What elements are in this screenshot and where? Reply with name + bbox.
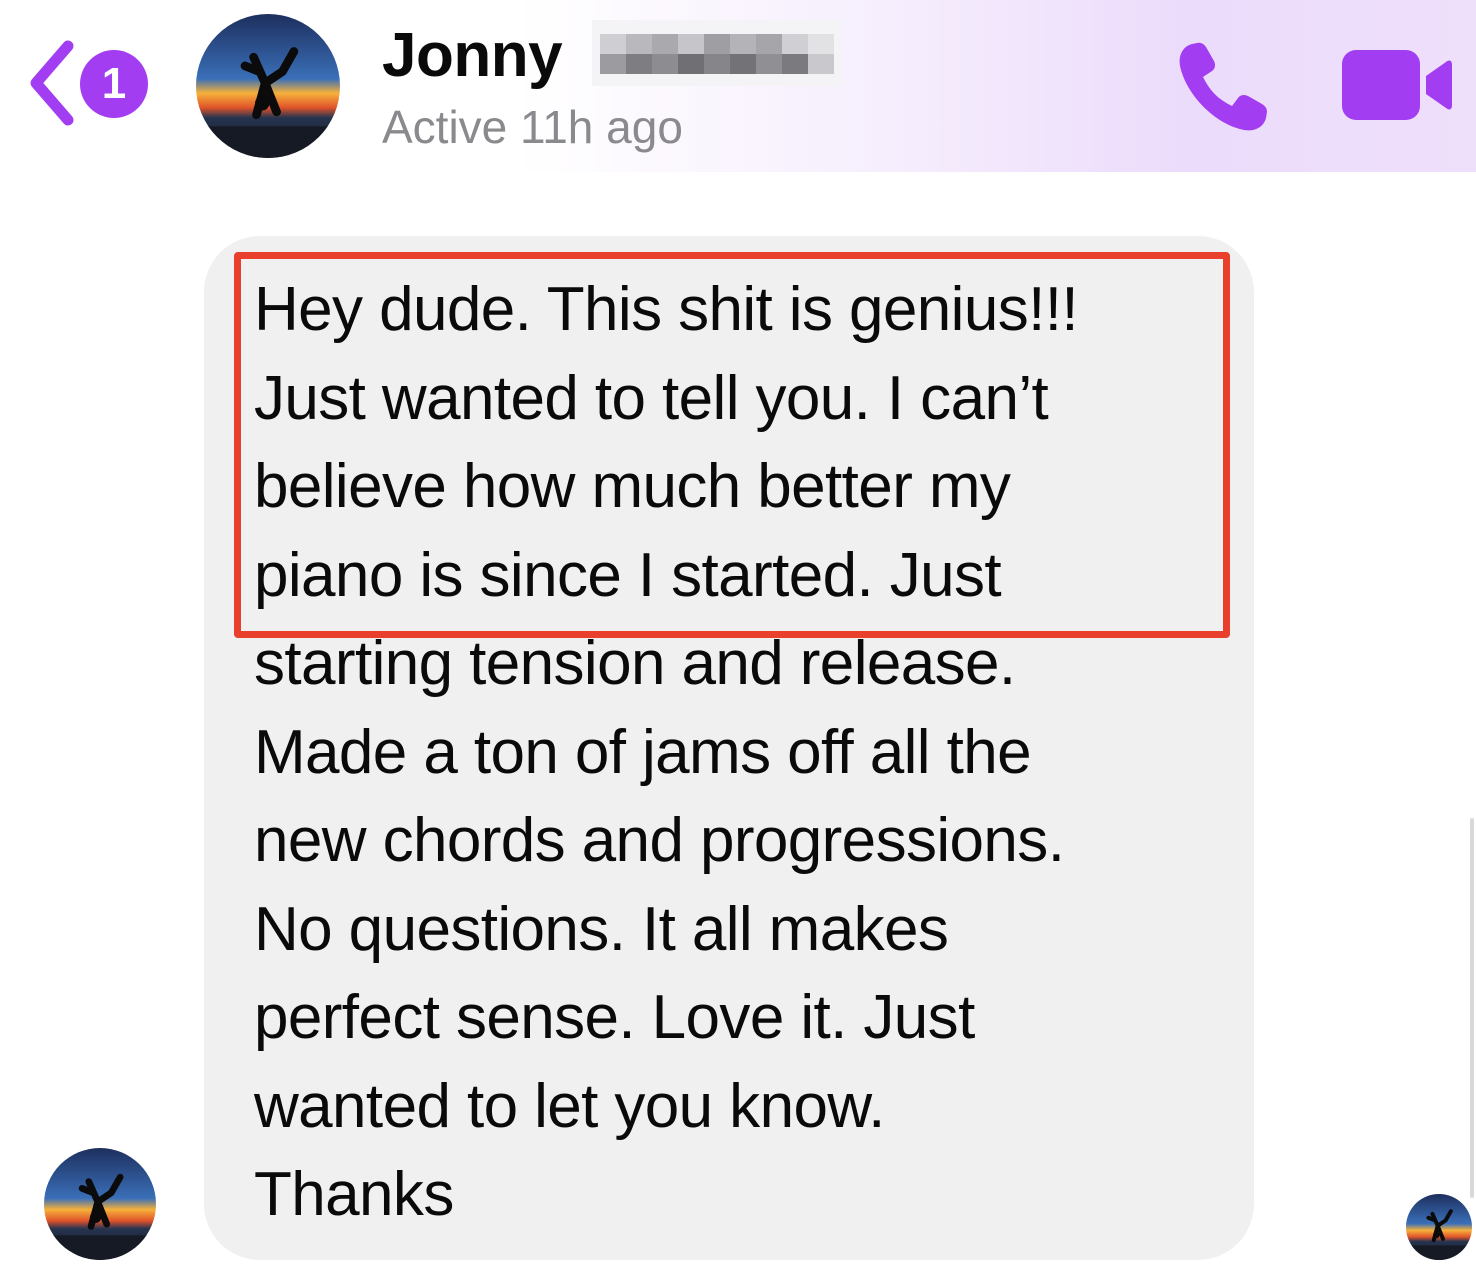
video-camera-icon: [1342, 50, 1452, 120]
sender-avatar[interactable]: [44, 1148, 156, 1260]
redacted-surname: [592, 20, 842, 86]
contact-name[interactable]: Jonny: [382, 20, 563, 91]
phone-icon: [1179, 42, 1267, 131]
active-status: Active 11h ago: [382, 101, 683, 153]
read-receipt-avatar: [1406, 1194, 1472, 1260]
message-text: Hey dude. This shit is genius!!! Just wa…: [254, 275, 1079, 1229]
chevron-left-icon: [30, 40, 74, 126]
avatar-image: [196, 14, 340, 158]
contact-avatar[interactable]: [196, 14, 340, 158]
back-button[interactable]: 1: [28, 38, 158, 128]
unread-count-badge: 1: [80, 50, 148, 118]
chat-header: 1 Jonny Active 11h ago: [0, 0, 1476, 172]
avatar-image: [1406, 1194, 1472, 1260]
scrollbar[interactable]: [1470, 818, 1474, 1198]
video-call-button[interactable]: [1340, 46, 1454, 124]
avatar-image: [44, 1148, 156, 1260]
voice-call-button[interactable]: [1174, 36, 1274, 136]
